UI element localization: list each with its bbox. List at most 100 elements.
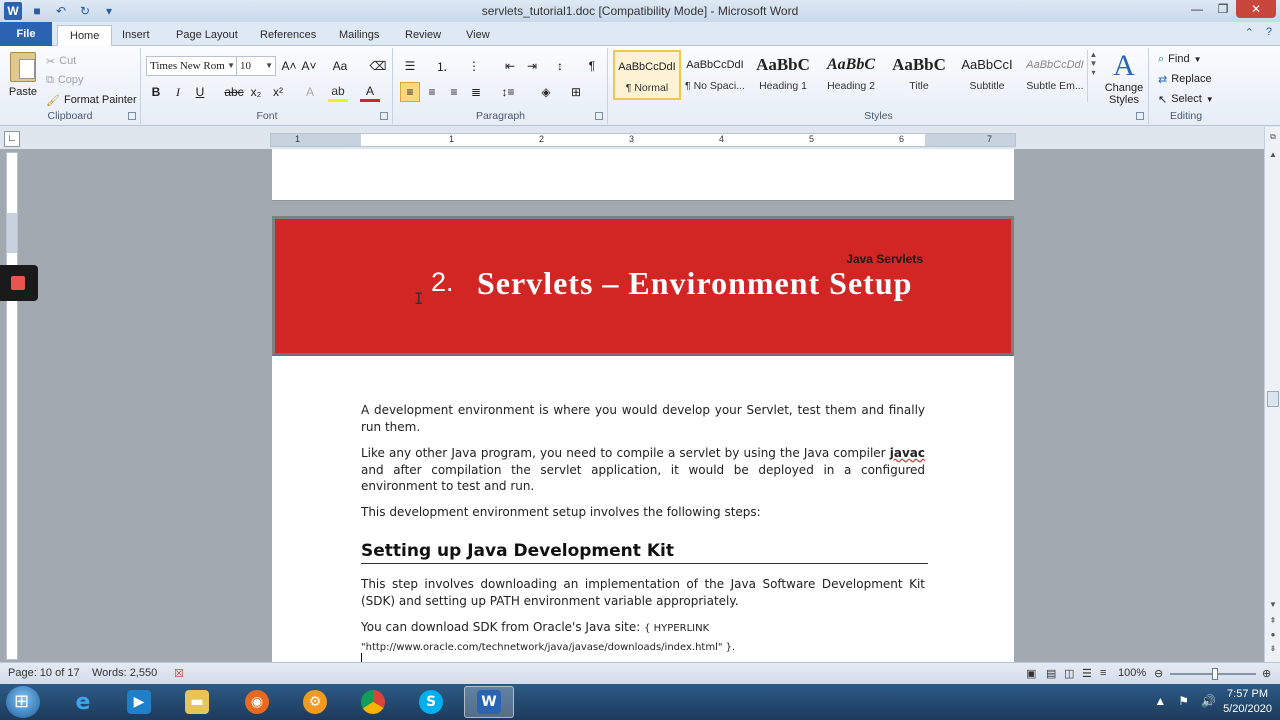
network-icon[interactable]: ⚑ (1178, 694, 1189, 708)
justify-icon[interactable]: ≣ (466, 82, 486, 102)
paragraph-launcher-icon[interactable] (595, 112, 603, 120)
zoom-level[interactable]: 100% (1118, 667, 1146, 679)
zoom-in-icon[interactable]: ⊕ (1262, 667, 1271, 680)
tab-review[interactable]: Review (393, 25, 453, 46)
screen-recorder-widget[interactable] (0, 265, 38, 301)
style-title[interactable]: AaBbC Title (885, 50, 953, 100)
text-effects-icon[interactable]: A (300, 82, 320, 102)
taskbar-media-player[interactable]: ▶ (114, 686, 164, 718)
paragraph-3[interactable]: This development environment setup invol… (361, 504, 925, 521)
section-heading[interactable]: Setting up Java Development Kit (361, 541, 928, 564)
paragraph-1[interactable]: A development environment is where you w… (361, 402, 925, 435)
find-button[interactable]: ⌕ Find ▼ (1158, 50, 1202, 68)
horizontal-ruler[interactable]: 1 1 2 3 4 5 6 7 (270, 133, 1016, 147)
tab-mailings[interactable]: Mailings (327, 25, 391, 46)
font-name-box[interactable]: Times New Rom ▼ (146, 56, 238, 76)
show-formatting-icon[interactable]: ¶ (582, 56, 602, 76)
numbering-icon[interactable]: ⒈ (432, 56, 452, 76)
tab-view[interactable]: View (454, 25, 502, 46)
paste-button[interactable]: Paste (6, 52, 40, 106)
help-icon[interactable]: ? (1266, 26, 1272, 39)
taskbar-firefox[interactable]: ◉ (232, 686, 282, 718)
start-button[interactable] (6, 686, 40, 718)
sort-icon[interactable]: ↕ (550, 56, 570, 76)
shading-icon[interactable]: ◈ (536, 82, 556, 102)
maximize-button[interactable]: ❐ (1210, 0, 1236, 18)
close-button[interactable]: ✕ (1236, 0, 1276, 18)
change-case-icon[interactable]: Aa (330, 56, 350, 76)
font-launcher-icon[interactable] (380, 112, 388, 120)
tab-insert[interactable]: Insert (110, 25, 162, 46)
replace-button[interactable]: ⇄ Replace (1158, 70, 1212, 88)
taskbar-internet-explorer[interactable]: e (58, 686, 108, 718)
bullets-icon[interactable]: ☰ (400, 56, 420, 76)
show-hidden-icons-icon[interactable]: ▲ (1154, 694, 1166, 708)
current-page[interactable]: Java Servlets 2. Servlets – Environment … (272, 216, 1014, 662)
document-area[interactable]: Java Servlets 2. Servlets – Environment … (0, 149, 1264, 662)
line-spacing-icon[interactable]: ↕≡ (498, 82, 518, 102)
styles-launcher-icon[interactable] (1136, 112, 1144, 120)
highlight-icon[interactable]: ab (328, 82, 348, 102)
draft-icon[interactable]: ≡ (1100, 667, 1106, 679)
tab-file[interactable]: File (0, 22, 52, 46)
full-screen-reading-icon[interactable]: ▤ (1046, 667, 1056, 680)
font-size-box[interactable]: 10 ▼ (236, 56, 276, 76)
scroll-down-icon[interactable]: ▼ (1267, 599, 1279, 611)
minimize-ribbon-icon[interactable]: ⌃ (1245, 26, 1254, 39)
font-color-icon[interactable]: A (360, 82, 380, 102)
taskbar-word[interactable]: W (464, 686, 514, 718)
vertical-ruler[interactable] (6, 152, 18, 660)
tab-home[interactable]: Home (57, 25, 113, 46)
tab-page-layout[interactable]: Page Layout (164, 25, 250, 46)
align-center-icon[interactable]: ≡ (422, 82, 442, 102)
clear-formatting-icon[interactable]: ⌫ (368, 56, 388, 76)
italic-icon[interactable]: I (168, 82, 188, 102)
style-normal[interactable]: AaBbCcDdI ¶ Normal (613, 50, 681, 100)
underline-icon[interactable]: U (190, 82, 210, 102)
outline-icon[interactable]: ☰ (1082, 667, 1092, 680)
tab-selector-icon[interactable]: ∟ (4, 131, 20, 147)
clock[interactable]: 7:57 PM 5/20/2020 (1223, 687, 1272, 717)
cut-button[interactable]: ✂ Cut (46, 52, 76, 70)
web-layout-icon[interactable]: ◫ (1064, 667, 1074, 680)
taskbar-chrome[interactable] (348, 686, 398, 718)
paragraph-2[interactable]: Like any other Java program, you need to… (361, 445, 925, 495)
copy-button[interactable]: ⧉ Copy (46, 71, 84, 89)
scroll-up-icon[interactable]: ▲ (1267, 149, 1279, 161)
style-subtitle[interactable]: AaBbCcI Subtitle (953, 50, 1021, 100)
previous-page-icon[interactable]: ⇞ (1267, 615, 1279, 627)
borders-icon[interactable]: ⊞ (566, 82, 586, 102)
superscript-icon[interactable]: x² (268, 82, 288, 102)
style-heading-1[interactable]: AaBbC Heading 1 (749, 50, 817, 100)
strikethrough-icon[interactable]: abc (224, 82, 244, 102)
scroll-thumb[interactable] (1267, 391, 1279, 407)
vertical-scrollbar[interactable]: ⧉ ▲ ▼ ⇞ ● ⇟ (1264, 127, 1280, 662)
proofing-error-icon[interactable]: ☒ (174, 667, 184, 680)
grow-font-icon[interactable]: A˄ (279, 56, 299, 76)
page-count[interactable]: Page: 10 of 17 (8, 667, 80, 679)
paragraph-4[interactable]: This step involves downloading an implem… (361, 576, 925, 609)
style-heading-2[interactable]: AaBbC Heading 2 (817, 50, 885, 100)
zoom-slider-thumb[interactable] (1212, 668, 1218, 680)
decrease-indent-icon[interactable]: ⇤ (500, 56, 520, 76)
next-page-icon[interactable]: ⇟ (1267, 643, 1279, 655)
change-styles-button[interactable]: A Change Styles (1102, 50, 1146, 107)
previous-page[interactable] (272, 149, 1014, 201)
view-ruler-icon[interactable]: ⧉ (1267, 131, 1279, 143)
tab-references[interactable]: References (248, 25, 328, 46)
format-painter-button[interactable]: 🖌 Format Painter (46, 91, 137, 109)
shrink-font-icon[interactable]: A˅ (299, 56, 319, 76)
stop-recording-icon[interactable] (11, 276, 25, 290)
zoom-out-icon[interactable]: ⊖ (1154, 667, 1163, 680)
select-button[interactable]: ↖ Select ▼ (1158, 90, 1214, 108)
styles-gallery-scroll[interactable]: ▲ ▼ ▾ (1087, 50, 1099, 102)
taskbar-file-explorer[interactable]: ▬ (172, 686, 222, 718)
align-left-icon[interactable]: ≡ (400, 82, 420, 102)
clipboard-launcher-icon[interactable] (128, 112, 136, 120)
multilevel-list-icon[interactable]: ⋮ (464, 56, 484, 76)
style-no-spacing[interactable]: AaBbCcDdI ¶ No Spaci... (681, 50, 749, 100)
subscript-icon[interactable]: x₂ (246, 82, 266, 102)
taskbar-skype[interactable]: S (406, 686, 456, 718)
word-count[interactable]: Words: 2,550 (92, 667, 157, 679)
paragraph-5[interactable]: You can download SDK from Oracle's Java … (361, 619, 925, 656)
